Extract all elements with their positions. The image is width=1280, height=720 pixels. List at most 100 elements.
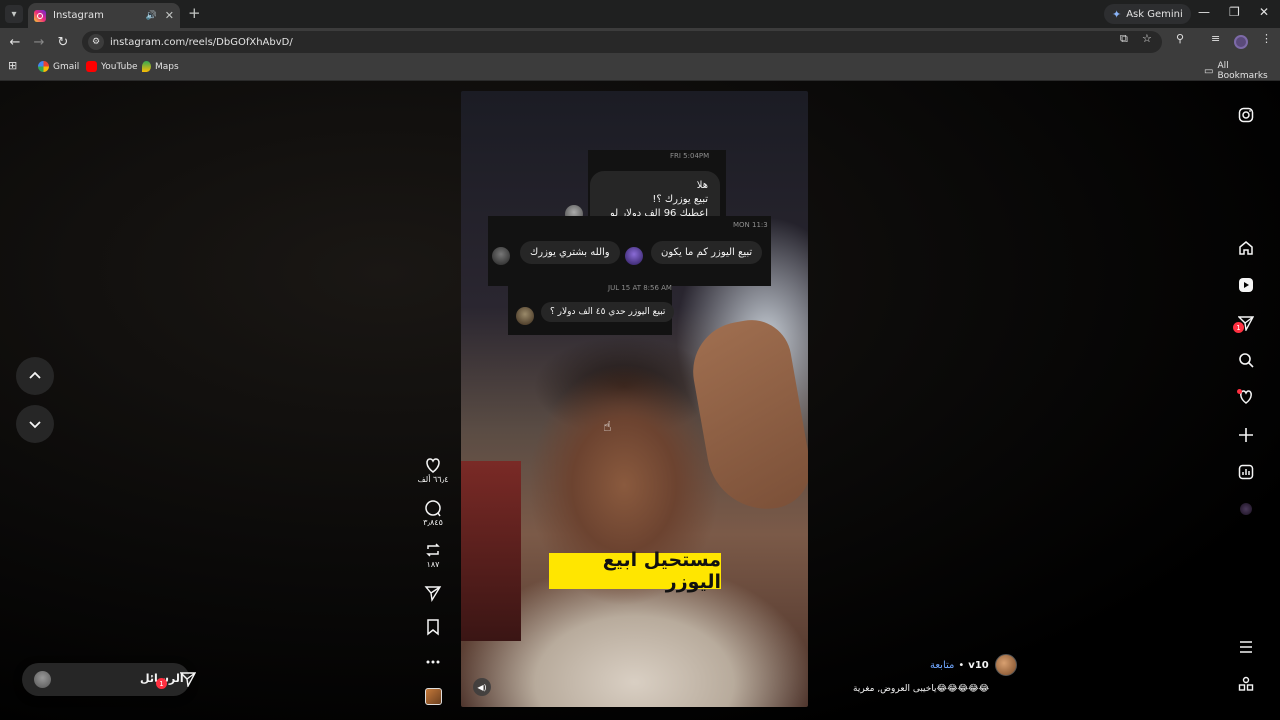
chat-time-2: MON 11:3	[733, 221, 768, 229]
nav-also-from-meta[interactable]	[1236, 674, 1256, 694]
bookmarks-bar: ⊞ Gmail YouTube Maps ▭ All Bookmarks	[0, 56, 1280, 81]
save-action[interactable]	[417, 618, 449, 636]
chat-time-3: JUL 15 AT 8:56 AM	[608, 284, 672, 292]
notification-dot	[1237, 389, 1242, 394]
all-bookmarks[interactable]: ▭ All Bookmarks	[1204, 61, 1280, 81]
messages-pill[interactable]: الرسائل 1	[22, 663, 196, 696]
car-seat-shape	[461, 461, 521, 641]
hand-shape	[685, 313, 808, 519]
install-app-icon[interactable]: ⧉	[1120, 32, 1128, 46]
send-icon	[424, 586, 442, 602]
gemini-sparkle-icon: ✦	[1112, 7, 1122, 21]
menu-icon	[1240, 641, 1252, 653]
comment-action[interactable]: ٣٫٨٤٥	[417, 499, 449, 527]
dashboard-icon	[1238, 464, 1254, 480]
repost-count: ١٨٧	[426, 560, 440, 569]
next-reel-button[interactable]	[16, 405, 54, 443]
original-audio-thumbnail[interactable]	[425, 688, 442, 705]
more-dots-icon	[426, 660, 440, 664]
profile-avatar[interactable]	[1234, 35, 1248, 49]
minimize-icon[interactable]: —	[1198, 5, 1210, 19]
comment-count: ٣٫٨٤٥	[423, 518, 443, 527]
bookmark-icon	[427, 619, 439, 636]
author-avatar[interactable]	[994, 654, 1017, 676]
chevron-up-icon	[29, 371, 41, 379]
url-text[interactable]: instagram.com/reels/DbGOfXhAbvD/	[110, 37, 293, 48]
nav-profile[interactable]	[1236, 499, 1256, 519]
nav-dashboard[interactable]	[1236, 462, 1256, 482]
more-options-button[interactable]	[417, 653, 449, 671]
site-info-icon[interactable]: ⚙	[88, 34, 104, 50]
address-bar[interactable]: ⚙ instagram.com/reels/DbGOfXhAbvD/	[82, 31, 1162, 53]
nav-search[interactable]	[1236, 350, 1256, 370]
mute-toggle-button[interactable]: ◀)	[473, 678, 491, 696]
reload-icon[interactable]: ↻	[53, 32, 73, 52]
chrome-menu-icon[interactable]: ⋮	[1261, 32, 1272, 45]
instagram-favicon-icon	[34, 9, 46, 22]
speaker-icon: ◀)	[477, 682, 487, 692]
tab-title: Instagram	[53, 10, 104, 21]
share-action[interactable]	[417, 584, 449, 602]
author-info: متابعة • v10	[930, 654, 1017, 676]
avatar	[34, 671, 51, 688]
extensions-icon[interactable]: ⚲	[1176, 32, 1184, 45]
instagram-reels-page: FRI 5:04PM هلا تبيع يوزرك ؟! اعطيك 96 ال…	[0, 81, 1280, 720]
avatar	[516, 307, 534, 325]
forward-arrow-icon[interactable]: →	[29, 32, 49, 52]
repost-action[interactable]: ١٨٧	[417, 541, 449, 569]
google-icon	[38, 61, 49, 72]
repost-icon	[426, 543, 440, 557]
media-controls-icon[interactable]: ≡	[1211, 32, 1220, 45]
like-count: ٦٦٫٤ ألف	[417, 475, 449, 484]
video-caption-overlay: مستحيل ابيع اليوزر	[549, 549, 721, 593]
bookmark-youtube-label: YouTube	[101, 61, 138, 72]
chevron-down-icon	[29, 421, 41, 429]
messages-badge: 1	[1233, 322, 1244, 333]
browser-tab-instagram[interactable]: Instagram 🔊 ✕	[28, 3, 180, 28]
send-icon	[180, 672, 196, 687]
follow-button[interactable]: متابعة	[930, 660, 954, 671]
close-tab-icon[interactable]: ✕	[165, 9, 174, 22]
author-username[interactable]: v10	[968, 660, 988, 671]
heart-icon	[426, 458, 440, 473]
restore-icon[interactable]: ❐	[1229, 5, 1240, 19]
reel-caption[interactable]: 😂😂😂😂😂ياخيبى العروض, مغرية	[853, 684, 1013, 694]
home-icon	[1239, 241, 1253, 255]
profile-avatar	[1240, 503, 1252, 515]
messages-pill-badge: 1	[156, 678, 167, 689]
all-bookmarks-label: All Bookmarks	[1217, 61, 1268, 81]
instagram-logo-icon[interactable]	[1236, 105, 1256, 125]
tab-search-icon[interactable]: ▾	[5, 5, 23, 23]
nav-more[interactable]	[1236, 637, 1256, 657]
bookmark-gmail[interactable]: Gmail	[38, 61, 79, 72]
youtube-icon	[86, 61, 97, 72]
chat-line: تبيع يوزرك ؟!	[652, 194, 708, 205]
speaker-icon[interactable]: 🔊	[146, 11, 157, 21]
back-arrow-icon[interactable]: ←	[5, 32, 25, 52]
ask-gemini-label: Ask Gemini	[1126, 8, 1183, 20]
apps-grid-icon[interactable]: ⊞	[8, 59, 17, 72]
comment-icon	[425, 500, 441, 517]
nav-create[interactable]	[1236, 425, 1256, 445]
maps-pin-icon	[142, 61, 151, 72]
plus-icon	[1239, 428, 1253, 442]
chat-bubble-2a: والله بشتري يوزرك	[520, 241, 620, 264]
previous-reel-button[interactable]	[16, 357, 54, 395]
nav-reels[interactable]	[1236, 275, 1256, 295]
bookmark-maps[interactable]: Maps	[142, 61, 179, 72]
nav-home[interactable]	[1236, 238, 1256, 258]
bookmark-maps-label: Maps	[155, 61, 179, 72]
new-tab-button[interactable]: +	[188, 5, 201, 21]
search-icon	[1239, 353, 1254, 368]
ask-gemini-button[interactable]: ✦ Ask Gemini	[1104, 4, 1191, 24]
bookmark-star-icon[interactable]: ☆	[1142, 32, 1152, 45]
bookmark-youtube[interactable]: YouTube	[86, 61, 138, 72]
browser-toolbar: ← → ↻ ⚙ instagram.com/reels/DbGOfXhAbvD/…	[0, 28, 1280, 56]
avatar	[492, 247, 510, 265]
folder-icon: ▭	[1204, 65, 1214, 77]
chat-bubble-2b: تبيع اليوزر كم ما يكون	[651, 241, 763, 264]
like-action[interactable]: ٦٦٫٤ ألف	[417, 456, 449, 484]
threads-grid-icon	[1238, 676, 1254, 691]
close-window-icon[interactable]: ✕	[1259, 5, 1269, 19]
reels-icon	[1239, 278, 1253, 292]
